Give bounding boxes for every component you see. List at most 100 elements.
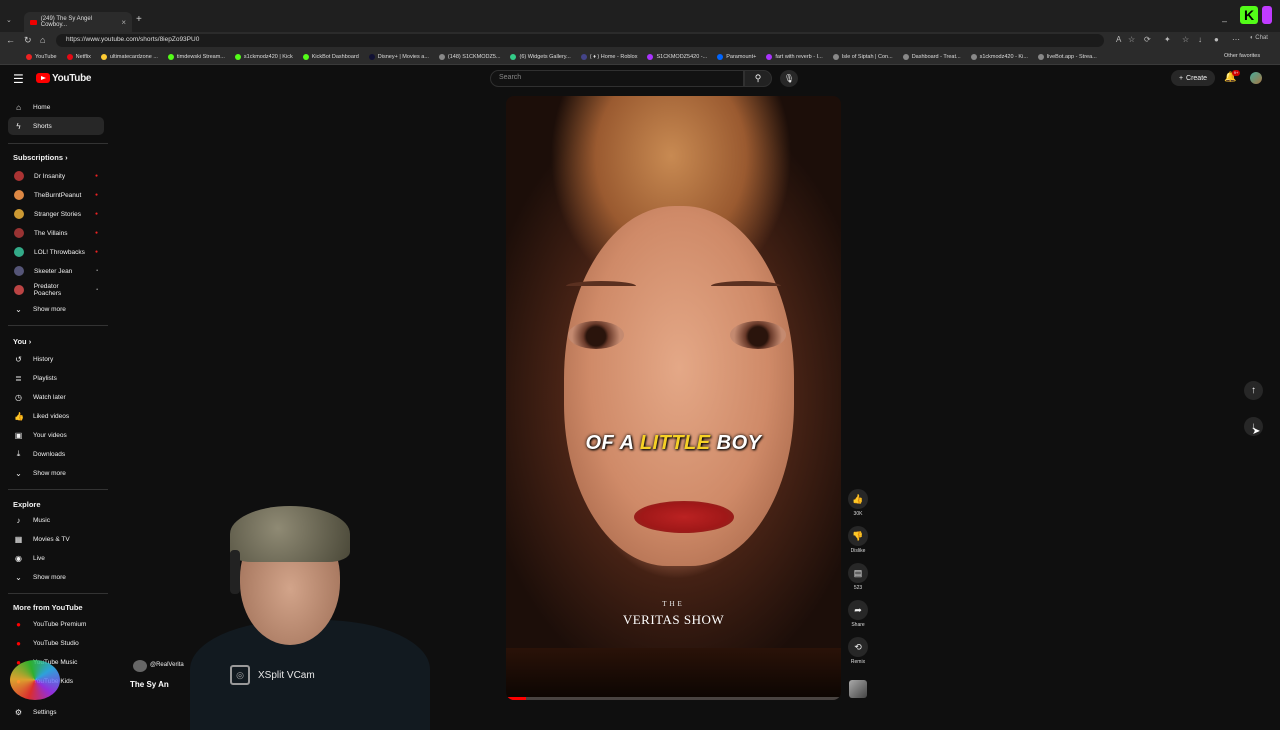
sidebar-item-home[interactable]: ⌂ Home [8,98,104,116]
bookmark-favicon-icon [902,53,909,60]
sidebar-item-settings[interactable]: ⚙ Settings [8,703,104,721]
puzzle-icon[interactable]: ✦ [1164,35,1171,44]
share-label: Share [851,622,865,628]
extensions-icon[interactable]: ⟳ [1144,35,1151,44]
sidebar-item-channel[interactable]: LOL! Throwbacks ● [8,243,104,261]
sidebar-item-youtube-premium[interactable]: ● YouTube Premium [8,615,104,633]
remix-button[interactable]: ⟲ Remix [848,637,868,665]
bookmark-item[interactable]: ( ♦ ) Home - Roblox [580,53,637,60]
address-bar[interactable]: https://www.youtube.com/shorts/8iepZo93P… [56,34,1104,47]
bookmark-favicon-icon [832,53,839,60]
sidebar-item-music[interactable]: ♪ Music [8,511,104,529]
chevron-down-icon: ⌄ [15,572,22,582]
sidebar-item-youtube-studio[interactable]: ● YouTube Studio [8,634,104,652]
sidebar-item-channel[interactable]: Skeeter Jean • [8,262,104,280]
sidebar-item-shorts[interactable]: ϟ Shorts [8,117,104,135]
home-icon[interactable]: ⌂ [40,35,45,45]
sidebar-item-channel[interactable]: Stranger Stories ● [8,205,104,223]
bookmark-favicon-icon [580,53,587,60]
sidebar-item-channel[interactable]: The Villains ● [8,224,104,242]
live-indicator-icon: ● [94,249,98,255]
bookmark-item[interactable]: (6) Widgets Gallery... [510,53,571,60]
bookmark-item[interactable]: Isle of Siptah | Con... [832,53,893,60]
webcam-overlay [170,500,440,730]
refresh-icon[interactable]: ↻ [24,35,32,46]
sidebar-item-channel[interactable]: TheBurntPeanut ● [8,186,104,204]
subscriptions-heading[interactable]: Subscriptions › [13,153,68,162]
bookmark-item[interactable]: ultimatecardzone ... [100,53,158,60]
bookmark-item[interactable]: s1ckmodz420 - Ki... [970,53,1028,60]
voice-search-button[interactable]: 🎙 [780,70,798,87]
minimize-button[interactable]: – [1222,16,1227,26]
favorite-star-icon[interactable]: ☆ [1128,35,1135,44]
show-more-subscriptions-button[interactable]: ⌄ Show more [8,300,104,318]
create-button[interactable]: + Create [1171,70,1215,86]
bookmark-item[interactable]: Netflix [66,53,91,60]
search-button[interactable]: ⚲ [744,70,772,87]
copilot-chat-button[interactable]: ◐ Chat [1250,35,1268,41]
collections-icon[interactable]: ☆ [1182,35,1189,44]
youtube-logo-icon[interactable] [36,73,50,83]
sidebar-item-history[interactable]: ↺ History [8,350,104,368]
close-tab-icon[interactable]: × [121,18,126,27]
tab-list-icon[interactable]: ⌄ [6,16,12,24]
sidebar-item-movies-tv[interactable]: ▦ Movies & TV [8,530,104,548]
bookmark-item[interactable]: timdewski Stream... [167,53,225,60]
thumbs-up-icon: 👍 [848,489,868,509]
video-frame-left-eye [568,321,624,349]
video-frame-right-brow [711,281,781,291]
live-indicator-icon: ● [94,173,98,179]
channel-avatar[interactable] [133,660,147,672]
browser-tab[interactable]: (249) The Sy Angel Cowboy... × [24,12,132,32]
short-title[interactable]: The Sy An [130,680,169,689]
other-favorites[interactable]: Other favorites [1224,53,1260,59]
bookmark-favicon-icon [26,53,32,60]
back-icon[interactable]: ← [6,35,15,45]
profile-icon[interactable]: ● [1214,35,1219,44]
bookmark-item[interactable]: YouTube [26,53,57,60]
youtube-logo-text[interactable]: YouTube [52,73,92,84]
sidebar-item-watch-later[interactable]: ◷ Watch later [8,388,104,406]
sidebar-item-channel[interactable]: Dr Insanity ● [8,167,104,185]
bookmark-item[interactable]: liveBot.app - Strea... [1037,53,1097,60]
you-heading[interactable]: You › [13,337,31,346]
short-video-player[interactable]: OF A LITTLE BOY THE VERITAS SHOW [506,96,841,700]
downloads-icon[interactable]: ↓ [1198,35,1202,44]
comments-button[interactable]: ▤ 523 [848,563,868,591]
bookmark-item[interactable]: fart with reverb - I... [766,53,823,60]
sidebar-item-liked-videos[interactable]: 👍 Liked videos [8,407,104,425]
sidebar-item-your-videos[interactable]: ▣ Your videos [8,426,104,444]
new-tab-button[interactable]: + [136,14,142,25]
chevron-down-icon: ⌄ [15,304,22,314]
avatar[interactable] [1250,72,1262,84]
channel-avatar [14,171,24,181]
sidebar-item-channel[interactable]: Predator Poachers • [8,281,104,299]
menu-icon[interactable]: ☰ [13,72,24,86]
bookmark-item[interactable]: S1CKMODZ5420 -... [647,53,707,60]
bookmark-item[interactable]: (148) S1CKMODZ5... [438,53,500,60]
bookmark-favicon-icon [970,53,977,60]
gear-icon: ⚙ [14,707,23,717]
previous-short-button[interactable]: ↑ [1244,381,1263,400]
menu-dots-icon[interactable]: ⋯ [1232,35,1240,44]
bookmark-item[interactable]: KickBot Dashboard [302,53,359,60]
sound-thumbnail[interactable] [849,680,867,698]
bookmark-item[interactable]: s1ckmodz420 | Kick [234,53,293,60]
sidebar-item-playlists[interactable]: ≣ Playlists [8,369,104,387]
read-aloud-icon[interactable]: A [1116,35,1121,44]
dislike-button[interactable]: 👎 Dislike [848,526,868,554]
bookmark-item[interactable]: Disney+ | Movies a... [368,53,429,60]
bookmark-favicon-icon [234,53,241,60]
video-progress-track[interactable] [506,697,841,700]
show-more-you-button[interactable]: ⌄ Show more [8,464,104,482]
show-more-explore-button[interactable]: ⌄ Show more [8,568,104,586]
bookmark-item[interactable]: Paramount+ [717,53,756,60]
share-button[interactable]: ➦ Share [848,600,868,628]
history-icon: ↺ [15,354,22,364]
sidebar-item-downloads[interactable]: ⤓ Downloads [8,445,104,463]
like-button[interactable]: 👍 30K [848,489,868,517]
search-input[interactable]: Search [490,70,744,87]
bookmark-item[interactable]: Dashboard - Treat... [902,53,961,60]
sidebar-item-live[interactable]: ◉ Live [8,549,104,567]
divider [8,593,108,594]
